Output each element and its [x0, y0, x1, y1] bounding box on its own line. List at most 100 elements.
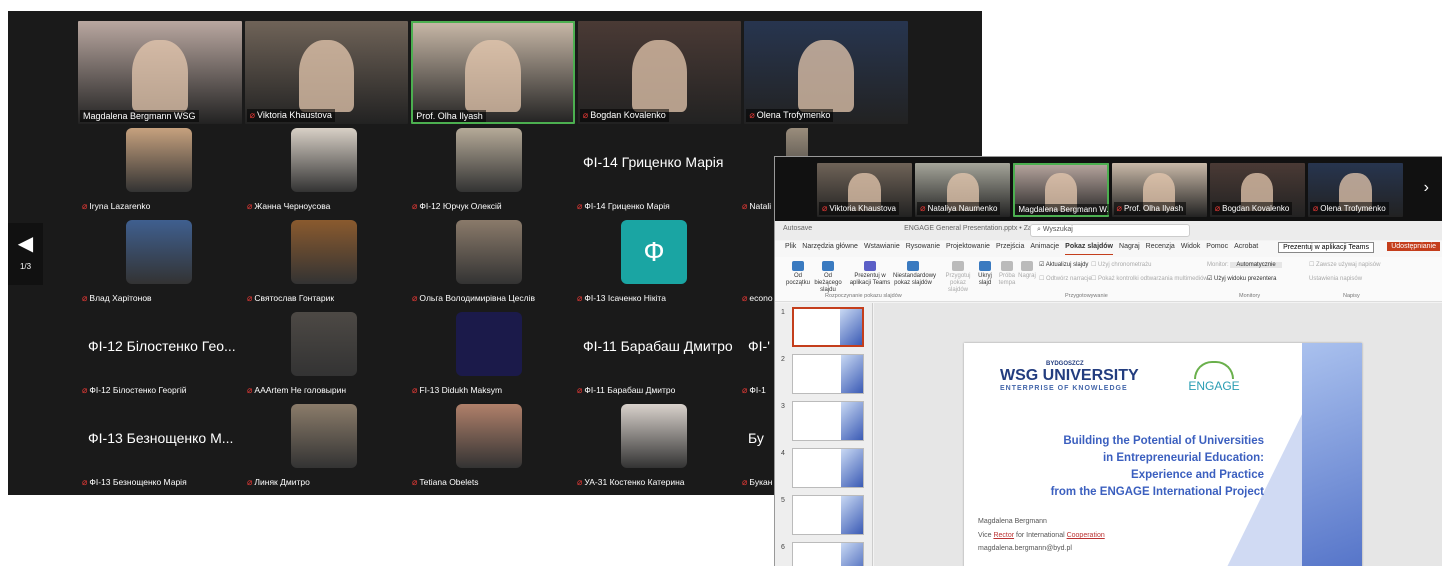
ribbon-tab[interactable]: Animacje	[1030, 243, 1059, 255]
thumbnail-graphic	[840, 309, 862, 345]
participant-cell[interactable]: ⌀ Iryna Lazarenko	[78, 124, 243, 216]
avatar	[298, 39, 355, 112]
participant-name-label: ⌀ ФІ-14 Гриценко Марія	[577, 201, 670, 212]
display-name-large: Бу	[748, 430, 764, 446]
narration-checkbox[interactable]: ☐ Odtwórz narracje	[1039, 276, 1092, 283]
mic-muted-icon: ⌀	[82, 477, 88, 487]
slide-thumbnail[interactable]	[792, 354, 864, 394]
ribbon-tab[interactable]: Recenzja	[1146, 243, 1175, 255]
video-tile[interactable]: ⌀ Viktoria Khaustova	[244, 21, 409, 124]
prev-page-button[interactable]: ◀ 1/3	[8, 223, 43, 285]
participant-cell[interactable]: ⌀ AAArtem Не головырин	[243, 308, 408, 400]
media-controls-checkbox[interactable]: ☐ Pokaż kontrolki odtwarzania multimedió…	[1091, 276, 1208, 283]
slide-author: Magdalena Bergmann	[978, 518, 1047, 525]
display-name-large: ФІ-14 Гриценко Марія	[583, 154, 724, 170]
hide-slide-button[interactable]: Ukryj slajd	[975, 261, 995, 287]
participant-name: Bogdan Kovalenko	[590, 110, 666, 120]
autosave-label[interactable]: Autosave	[783, 225, 812, 232]
ribbon-tab[interactable]: Plik	[785, 243, 796, 255]
from-start-button[interactable]: Od początku	[785, 261, 811, 287]
slide-title-line: from the ENGAGE International Project	[1050, 486, 1264, 498]
ribbon-tab[interactable]: Wstawianie	[864, 243, 900, 255]
present-in-teams-button[interactable]: Prezentuj w aplikacji Teams	[1278, 242, 1374, 253]
slide-thumbnail[interactable]	[792, 307, 864, 347]
monitor-select[interactable]: Monitor: Automatycznie	[1207, 262, 1282, 269]
chevron-right-icon[interactable]: ›	[1424, 179, 1429, 197]
participant-name: Natali	[749, 201, 772, 211]
refresh-slides-checkbox[interactable]: ☑ Aktualizuj slajdy	[1039, 262, 1088, 269]
timings-checkbox[interactable]: ☐ Użyj chronometrażu	[1091, 262, 1151, 269]
ribbon-tab[interactable]: Narzędzia główne	[802, 243, 858, 255]
video-tile[interactable]: Magdalena Bergmann WSG	[78, 21, 242, 124]
mic-muted-icon: ⌀	[742, 385, 748, 395]
slide-thumbnail[interactable]	[792, 542, 864, 566]
participant-name: ФІ-13 Безнощенко Марія	[89, 477, 187, 487]
video-tile[interactable]: ⌀ Nataliya Naumenko	[915, 163, 1011, 217]
participant-cell[interactable]: ⌀ Влад Харітонов	[78, 216, 243, 308]
presenter-view-checkbox[interactable]: ☑ Użyj widoku prezentera	[1207, 276, 1276, 283]
participant-cell[interactable]: ⌀ Tetiana Obelets	[408, 400, 573, 492]
mic-muted-icon: ⌀	[412, 477, 418, 487]
share-button[interactable]: Udostępnianie	[1387, 242, 1440, 251]
participant-cell[interactable]: ФІ-11 Барабаш Дмитро ⌀ ФІ-11 Барабаш Дмитр…	[573, 308, 738, 400]
from-current-button[interactable]: Od bieżącego slajdu	[811, 261, 845, 294]
mic-muted-icon: ⌀	[412, 293, 418, 303]
thumbnail-graphic	[841, 355, 863, 393]
wsg-logo: BYDGOSZCZ WSG UNIVERSITY ENTERPRISE OF K…	[1000, 361, 1139, 392]
participant-cell[interactable]: Ф ⌀ ФІ-13 Ісаченко Нікіта	[573, 216, 738, 308]
video-tile[interactable]: ⌀ Viktoria Khaustova	[817, 163, 913, 217]
ribbon-tab[interactable]: Rysowanie	[906, 243, 940, 255]
role-pre: Vice	[978, 532, 994, 539]
present-teams-ribbon-button[interactable]: Prezentuj w aplikacji Teams	[847, 261, 893, 287]
slide-thumbnail[interactable]	[792, 495, 864, 535]
video-tile[interactable]: ⌀ Bogdan Kovalenko	[577, 21, 742, 124]
participant-cell[interactable]: ⌀ ФІ-12 Юрчук Олексій	[408, 124, 573, 216]
ribbon-tab[interactable]: Przejścia	[996, 243, 1024, 255]
participant-photo	[126, 220, 192, 284]
ribbon-tab[interactable]: Acrobat	[1234, 243, 1258, 255]
participant-name: Viktoria Khaustova	[829, 204, 896, 213]
video-tile[interactable]: Prof. Olha Ilyash	[411, 21, 575, 124]
custom-show-button[interactable]: Niestandardowy pokaz slajdów	[893, 261, 936, 287]
ribbon-tab[interactable]: Pokaz slajdów	[1065, 243, 1114, 255]
participant-cell[interactable]: ФІ-14 Гриценко Марія ⌀ ФІ-14 Гриценко Марі…	[573, 124, 738, 216]
participant-name: Bogdan Kovalenko	[1222, 204, 1290, 213]
participant-cell[interactable]: ФІ-12 Білостенко Гео... ⌀ ФІ-12 Білостенко…	[78, 308, 243, 400]
participant-cell[interactable]: ФІ-13 Безнощенко М... ⌀ ФІ-13 Безнощенко М…	[78, 400, 243, 492]
participant-name-label: ⌀ ФІ-13 Ісаченко Нікіта	[577, 293, 666, 304]
participant-cell[interactable]: ⌀ Ольга Володимирівна Цеслів	[408, 216, 573, 308]
video-tile[interactable]: ⌀ Bogdan Kovalenko	[1209, 163, 1305, 217]
video-tile[interactable]: ⌀ Olena Trofymenko	[1307, 163, 1404, 217]
rehearse-button[interactable]: Próba tempa	[997, 261, 1017, 287]
participant-cell[interactable]: ⌀ Жанна Черноусова	[243, 124, 408, 216]
participant-photo	[126, 128, 192, 192]
subtitles-checkbox[interactable]: ☐ Zawsze używaj napisów	[1309, 262, 1380, 269]
participant-cell[interactable]: ⌀ FI-13 Didukh Maksym	[408, 308, 573, 400]
mic-muted-icon: ⌀	[82, 293, 88, 303]
participant-photo	[456, 404, 522, 468]
group-subtitles: Napisy	[1343, 293, 1360, 299]
participant-name: Viktoria Khaustova	[257, 110, 332, 120]
video-tile[interactable]: ⌀ Olena Trofymenko	[744, 21, 908, 124]
slide-number: 1	[781, 309, 785, 316]
video-tile[interactable]: Magdalena Bergmann W...	[1013, 163, 1109, 217]
participant-cell[interactable]: ⌀ Линяк Дмитро	[243, 400, 408, 492]
setup-show-button[interactable]: Przygotuj pokaz slajdów	[941, 261, 975, 294]
ribbon-tab[interactable]: Widok	[1181, 243, 1200, 255]
subtitle-settings-button[interactable]: Ustawienia napisów	[1309, 276, 1362, 283]
ribbon-tab[interactable]: Pomoc	[1206, 243, 1228, 255]
participant-cell[interactable]: ⌀ Святослав Гонтарик	[243, 216, 408, 308]
participant-cell[interactable]: ⌀ УА-31 Костенко Катерина	[573, 400, 738, 492]
refresh-label: Aktualizuj slajdy	[1045, 262, 1089, 268]
video-tile[interactable]: ⌀ Prof. Olha Ilyash	[1111, 163, 1207, 217]
ribbon-tab[interactable]: Projektowanie	[946, 243, 990, 255]
mic-muted-icon: ⌀	[1116, 203, 1122, 213]
ribbon-tab[interactable]: Nagraj	[1119, 243, 1140, 255]
timings-label: Użyj chronometrażu	[1098, 262, 1152, 268]
participant-name-label: ⌀ УА-31 Костенко Катерина	[577, 477, 685, 488]
slide-thumbnail[interactable]	[792, 448, 864, 488]
search-input[interactable]: ⌕ Wyszukaj	[1030, 224, 1190, 237]
record-button[interactable]: Nagraj	[1017, 261, 1037, 280]
slide-number: 4	[781, 450, 785, 457]
slide-thumbnail[interactable]	[792, 401, 864, 441]
